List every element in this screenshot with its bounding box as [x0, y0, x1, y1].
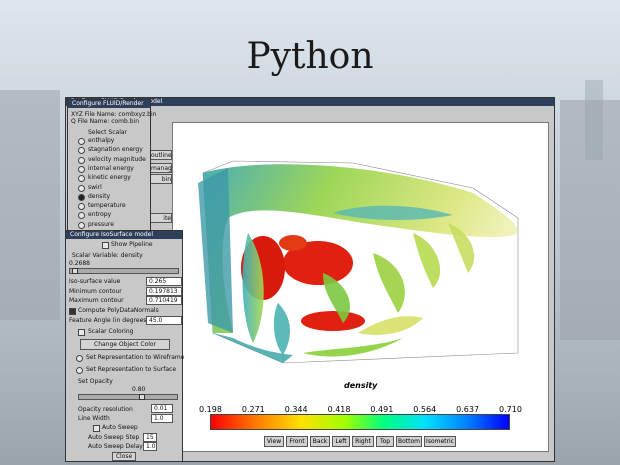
scalar-radio-velocity-magnitude[interactable]	[78, 156, 85, 164]
render-viewport[interactable]	[172, 122, 549, 452]
sweep-step-label: Auto Sweep Step	[88, 434, 140, 441]
select-scalar-label: Select Scalar	[88, 129, 128, 136]
iso-value-label: Iso-surface value	[69, 278, 121, 285]
min-contour-label: Minimum contour	[69, 288, 122, 295]
colorbar-title: density	[344, 381, 378, 390]
scalar-value: 0.2688	[69, 260, 90, 267]
background-tower	[585, 80, 603, 160]
opacity-resolution-label: Opacity resolution	[78, 406, 133, 413]
show-pipeline-label: Show Pipeline	[111, 241, 153, 248]
background-building-left	[0, 90, 60, 320]
colorbar-tick-label: 0.418	[327, 405, 351, 414]
isosurface-panel: Configure IsoSurface model Show Pipeline…	[65, 230, 185, 462]
sweep-delay-label: Auto Sweep Delay	[88, 443, 143, 450]
feature-angle-label: Feature Angle (in degrees)	[69, 317, 149, 324]
scalar-slider-knob[interactable]	[72, 268, 78, 274]
close-button[interactable]: Close	[112, 452, 136, 461]
sweep-delay-input[interactable]: 1.0	[143, 442, 157, 451]
opacity-resolution-input[interactable]: 0.01	[151, 404, 173, 413]
slide-title: Python	[246, 36, 374, 77]
view-left-button[interactable]: Left	[332, 436, 350, 447]
feature-angle-input[interactable]: 45.0	[146, 316, 182, 325]
max-contour-input[interactable]: 0.710419	[146, 296, 182, 305]
opacity-slider-knob[interactable]	[139, 394, 145, 400]
colorbar-tick-label: 0.344	[284, 405, 308, 414]
scalar-variable-label: Scalar Variable: density	[72, 252, 143, 259]
scalar-label: swirl	[88, 183, 102, 191]
colorbar-tick-label: 0.491	[370, 405, 394, 414]
scalar-label: temperature	[88, 202, 126, 210]
scalar-slider[interactable]	[69, 268, 179, 274]
q-file-label: Q File Name: comb.bin	[71, 118, 140, 125]
scalar-label: internal energy	[88, 164, 134, 172]
scalar-panel-title: Configure FLUID/Render	[68, 100, 150, 108]
colorbar-tick-label: 0.710	[499, 405, 522, 414]
scalar-radio-temperature[interactable]	[78, 203, 85, 211]
colorbar-tick-label: 0.198	[199, 405, 222, 414]
view-right-button[interactable]: Right	[352, 436, 374, 447]
view-top-button[interactable]: Top	[376, 436, 394, 447]
scalar-radio-density[interactable]	[78, 193, 85, 201]
view-label: View	[264, 436, 284, 447]
min-contour-input[interactable]: 0.197813	[146, 287, 182, 296]
side-button-ite[interactable]: ite	[150, 213, 172, 223]
opacity-slider[interactable]	[78, 394, 178, 400]
scalar-label: kinetic energy	[88, 174, 131, 182]
scalar-label: stagnation energy	[88, 146, 143, 154]
view-bottom-button[interactable]: Bottom	[396, 436, 422, 447]
line-width-label: Line Width	[78, 415, 110, 422]
scalar-label: velocity magnitude	[88, 155, 146, 163]
view-isometric-button[interactable]: Isometric	[424, 436, 456, 447]
scalar-radio-stagnation-energy[interactable]	[78, 147, 85, 155]
scalar-label: enthalpy	[88, 137, 115, 144]
opacity-label: Set Opacity	[78, 378, 113, 385]
surface-radio[interactable]	[76, 367, 83, 374]
opacity-value: 0.80	[132, 386, 146, 393]
density-isosurface-render	[198, 160, 519, 364]
show-pipeline-checkbox[interactable]	[102, 242, 109, 249]
scalar-radio-pressure[interactable]	[78, 221, 85, 229]
view-front-button[interactable]: Front	[286, 436, 308, 447]
scalar-radio-kinetic-energy[interactable]	[78, 175, 85, 183]
max-contour-label: Maximum contour	[69, 297, 124, 304]
sweep-step-input[interactable]: 15	[143, 433, 157, 442]
scalar-label: pressure	[88, 220, 114, 228]
colorbar-tick-label: 0.564	[413, 405, 437, 414]
scalar-radio-entropy[interactable]	[78, 212, 85, 220]
xyz-file-label: XYZ File Name: combxyz.bin	[71, 111, 157, 118]
compute-normals-checkbox[interactable]	[69, 308, 76, 315]
wireframe-label: Set Representation to Wireframe	[86, 354, 185, 361]
scalar-radio-enthalpy[interactable]	[78, 138, 85, 145]
isosurface-panel-title: Configure IsoSurface model	[66, 231, 182, 239]
scalar-label: entropy	[88, 211, 112, 219]
scalar-coloring-checkbox[interactable]	[78, 329, 85, 336]
change-color-button[interactable]: Change Object Color	[80, 339, 170, 350]
colorbar-tick-label: 0.637	[456, 405, 480, 414]
auto-sweep-checkbox[interactable]	[93, 425, 100, 432]
compute-normals-label: Compute PolyDataNormals	[78, 307, 159, 314]
scalar-radio-internal-energy[interactable]	[78, 165, 85, 173]
line-width-input[interactable]: 1.0	[151, 414, 173, 423]
iso-value-input[interactable]: 0.265	[146, 277, 182, 286]
auto-sweep-label: Auto Sweep	[102, 424, 138, 431]
view-back-button[interactable]: Back	[310, 436, 330, 447]
scalar-label: density	[88, 192, 110, 200]
scalar-coloring-label: Scalar Coloring	[88, 328, 134, 335]
colorbar	[210, 414, 510, 430]
side-button-manager[interactable]: manager	[150, 163, 172, 173]
wireframe-radio[interactable]	[76, 355, 83, 362]
side-button-outline[interactable]: outline	[150, 150, 172, 160]
scalar-radio-swirl[interactable]	[78, 184, 85, 192]
colorbar-tick-label: 0.271	[241, 405, 265, 414]
side-button-bin[interactable]: bin	[150, 174, 172, 184]
scalar-panel: Configure FLUID/Render XYZ File Name: co…	[67, 99, 156, 231]
surface-label: Set Representation to Surface	[86, 366, 177, 373]
